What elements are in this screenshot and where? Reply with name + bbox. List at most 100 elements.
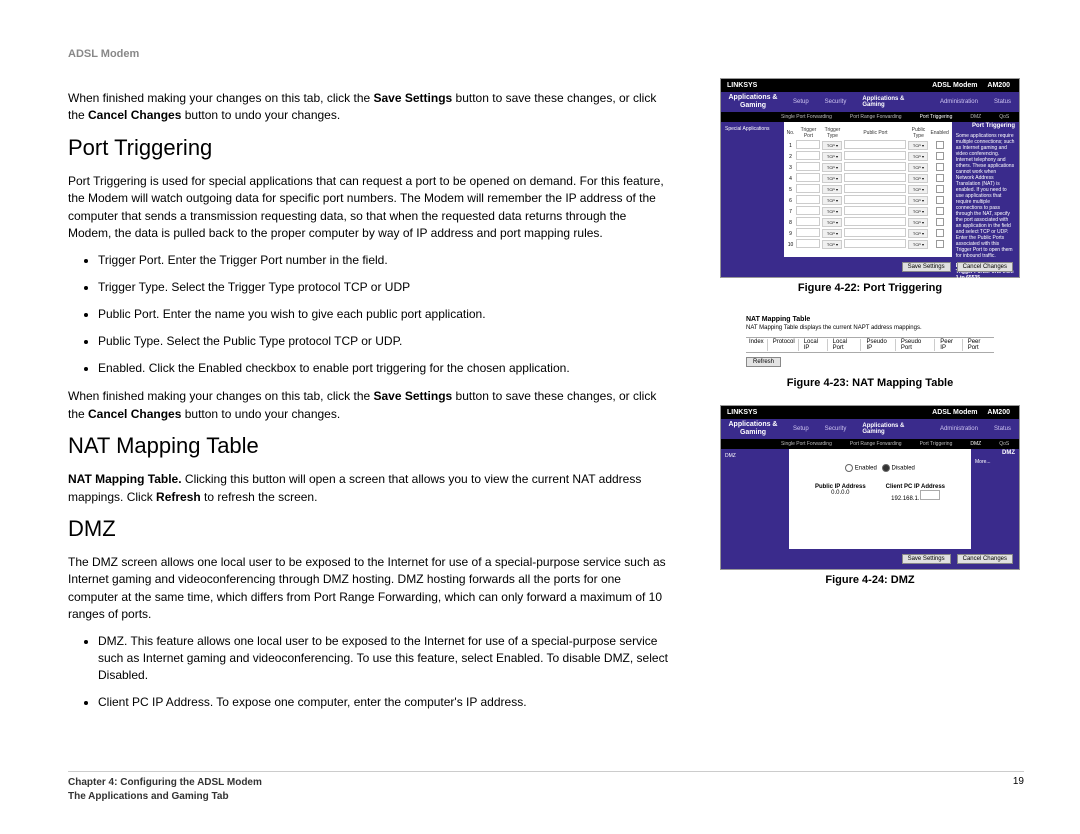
- public-port-input[interactable]: [844, 173, 906, 182]
- public-port-input[interactable]: [844, 239, 906, 248]
- trigger-port-input[interactable]: [796, 151, 820, 160]
- radio-disabled[interactable]: [882, 464, 890, 472]
- refresh-button[interactable]: Refresh: [746, 357, 781, 367]
- tab-setup[interactable]: Setup: [785, 426, 817, 432]
- th: Public Type: [907, 126, 929, 140]
- radio-enabled[interactable]: [845, 464, 853, 472]
- subtab[interactable]: QoS: [999, 114, 1009, 120]
- public-port-input[interactable]: [844, 162, 906, 171]
- trigger-type-select[interactable]: TCP ▾: [822, 218, 842, 227]
- tab-admin[interactable]: Administration: [932, 426, 986, 432]
- disabled-label: Disabled: [98, 668, 145, 682]
- public-type-select[interactable]: TCP ▾: [908, 141, 928, 150]
- ip-input[interactable]: [920, 490, 940, 500]
- radio-label: Enabled: [855, 466, 877, 472]
- list-item: Public Type. Select the Public Type prot…: [98, 333, 668, 350]
- trigger-type-select[interactable]: TCP ▾: [822, 141, 842, 150]
- enabled-checkbox[interactable]: [936, 196, 944, 204]
- subtab[interactable]: Single Port Forwarding: [781, 114, 832, 120]
- cancel-button[interactable]: Cancel Changes: [957, 262, 1013, 272]
- tab-apps-gaming[interactable]: Applications & Gaming: [854, 423, 932, 435]
- help-text: Some applications require multiple conne…: [956, 133, 1015, 259]
- trigger-type-select[interactable]: TCP ▾: [822, 163, 842, 172]
- table-row: 7TCP ▾TCP ▾: [786, 206, 950, 217]
- radio-label: Disabled: [892, 466, 915, 472]
- public-type-select[interactable]: TCP ▾: [908, 218, 928, 227]
- enabled-checkbox[interactable]: [936, 163, 944, 171]
- subtab[interactable]: QoS: [999, 441, 1009, 447]
- trigger-port-input[interactable]: [796, 173, 820, 182]
- public-port-input[interactable]: [844, 151, 906, 160]
- enabled-checkbox[interactable]: [936, 141, 944, 149]
- public-type-select[interactable]: TCP ▾: [908, 240, 928, 249]
- save-settings-label: Save Settings: [374, 389, 453, 403]
- save-settings-label: Save Settings: [374, 91, 453, 105]
- trigger-port-input[interactable]: [796, 239, 820, 248]
- tab-apps-gaming[interactable]: Applications & Gaming: [854, 96, 932, 108]
- tab-status[interactable]: Status: [986, 426, 1019, 432]
- trigger-port-input[interactable]: [796, 195, 820, 204]
- subtab[interactable]: Port Range Forwarding: [850, 441, 902, 447]
- enabled-checkbox[interactable]: [936, 240, 944, 248]
- enabled-checkbox[interactable]: [936, 174, 944, 182]
- heading-dmz: DMZ: [68, 516, 668, 542]
- trigger-port-input[interactable]: [796, 140, 820, 149]
- public-type-select[interactable]: TCP ▾: [908, 207, 928, 216]
- trigger-type-select[interactable]: TCP ▾: [822, 207, 842, 216]
- public-type-select[interactable]: TCP ▾: [908, 196, 928, 205]
- th: Enabled: [929, 126, 949, 140]
- subtab[interactable]: DMZ: [970, 114, 981, 120]
- trigger-type-select[interactable]: TCP ▾: [822, 174, 842, 183]
- cancel-changes-label: Cancel Changes: [88, 108, 181, 122]
- trigger-port-input[interactable]: [796, 206, 820, 215]
- public-port-input[interactable]: [844, 184, 906, 193]
- trigger-type-select[interactable]: TCP ▾: [822, 229, 842, 238]
- tab-security[interactable]: Security: [817, 99, 855, 105]
- public-type-select[interactable]: TCP ▾: [908, 174, 928, 183]
- th: No.: [786, 126, 796, 140]
- heading-port-triggering: Port Triggering: [68, 135, 668, 161]
- trigger-type-select[interactable]: TCP ▾: [822, 185, 842, 194]
- trigger-type-select[interactable]: TCP ▾: [822, 152, 842, 161]
- trigger-port-input[interactable]: [796, 184, 820, 193]
- enabled-checkbox[interactable]: [936, 218, 944, 226]
- enabled-checkbox[interactable]: [936, 185, 944, 193]
- text: to refresh the screen.: [201, 490, 318, 504]
- intro-paragraph: When finished making your changes on thi…: [68, 90, 668, 125]
- public-port-input[interactable]: [844, 217, 906, 226]
- nat-table-title: NAT Mapping Table: [746, 316, 994, 323]
- tab-admin[interactable]: Administration: [932, 99, 986, 105]
- subtab[interactable]: Port Triggering: [920, 441, 953, 447]
- tab-security[interactable]: Security: [817, 426, 855, 432]
- tab-setup[interactable]: Setup: [785, 99, 817, 105]
- public-type-select[interactable]: TCP ▾: [908, 185, 928, 194]
- subtab[interactable]: Single Port Forwarding: [781, 441, 832, 447]
- subtab-dmz[interactable]: DMZ: [970, 441, 981, 447]
- table-row: 6TCP ▾TCP ▾: [786, 195, 950, 206]
- public-type-select[interactable]: TCP ▾: [908, 229, 928, 238]
- public-port-input[interactable]: [844, 228, 906, 237]
- dmz-list: DMZ. This feature allows one local user …: [68, 633, 668, 710]
- trigger-port-input[interactable]: [796, 217, 820, 226]
- subtab-port-triggering[interactable]: Port Triggering: [920, 114, 953, 120]
- public-type-select[interactable]: TCP ▾: [908, 163, 928, 172]
- save-button[interactable]: Save Settings: [902, 262, 951, 272]
- public-port-input[interactable]: [844, 206, 906, 215]
- text: button to undo your changes.: [181, 407, 340, 421]
- cancel-button[interactable]: Cancel Changes: [957, 554, 1013, 564]
- enabled-checkbox[interactable]: [936, 152, 944, 160]
- public-port-input[interactable]: [844, 195, 906, 204]
- trigger-type-select[interactable]: TCP ▾: [822, 196, 842, 205]
- public-type-select[interactable]: TCP ▾: [908, 152, 928, 161]
- public-port-input[interactable]: [844, 140, 906, 149]
- tab-status[interactable]: Status: [986, 99, 1019, 105]
- trigger-type-select[interactable]: TCP ▾: [822, 240, 842, 249]
- enabled-checkbox[interactable]: [936, 229, 944, 237]
- save-button[interactable]: Save Settings: [902, 554, 951, 564]
- more-link[interactable]: More...: [975, 459, 1015, 465]
- trigger-port-input[interactable]: [796, 162, 820, 171]
- subtab[interactable]: Port Range Forwarding: [850, 114, 902, 120]
- enabled-label: Enabled: [496, 651, 540, 665]
- trigger-port-input[interactable]: [796, 228, 820, 237]
- enabled-checkbox[interactable]: [936, 207, 944, 215]
